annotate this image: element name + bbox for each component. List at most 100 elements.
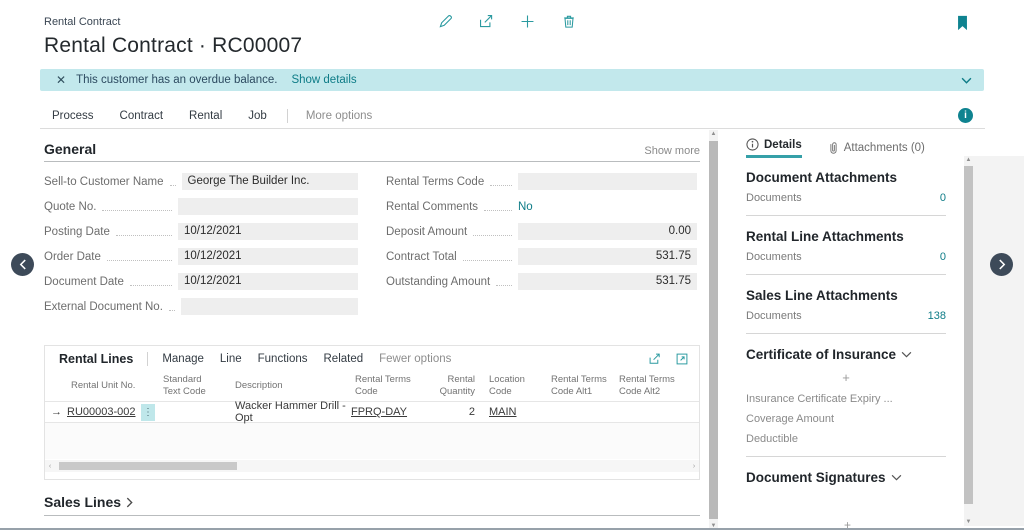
rental-lines-menu-related[interactable]: Related	[324, 353, 364, 365]
scroll-right-icon[interactable]: ›	[689, 463, 699, 470]
documents-label: Documents	[746, 251, 802, 263]
more-options[interactable]: More options	[306, 110, 372, 122]
documents-label: Documents	[746, 310, 802, 322]
add-certificate-button[interactable]: +	[746, 370, 946, 385]
cell-rental-quantity[interactable]: 2	[425, 406, 483, 418]
rental-unit-no-link[interactable]: RU00003-002	[67, 406, 136, 418]
col-rental-terms-code[interactable]: Rental Terms Code	[351, 372, 425, 400]
documents-label: Documents	[746, 192, 802, 204]
rental-lines-title: Rental Lines	[59, 352, 133, 366]
scroll-down-icon[interactable]: ▼	[964, 519, 973, 525]
ellipsis-vertical-icon[interactable]: ⋮	[141, 404, 155, 421]
outstanding-amount-input[interactable]: 531.75	[518, 273, 697, 290]
col-rental-unit-no[interactable]: Rental Unit No.	[67, 378, 159, 394]
quote-no-input[interactable]	[178, 198, 358, 215]
banner-message: This customer has an overdue balance.	[76, 74, 277, 86]
field-posting-date: Posting Date 10/12/2021	[44, 223, 358, 240]
document-date-input[interactable]: 10/12/2021	[178, 273, 358, 290]
tab-details[interactable]: Details	[746, 138, 802, 158]
edit-pencil-icon[interactable]	[436, 12, 455, 31]
chevron-left-icon	[19, 259, 27, 270]
field-document-date: Document Date 10/12/2021	[44, 273, 358, 290]
document-signatures-section: Document Signatures	[746, 470, 946, 485]
share-icon[interactable]	[477, 12, 496, 31]
panel-vertical-scrollbar[interactable]: ▲ ▼	[964, 156, 1024, 526]
general-section-header: General Show more	[44, 141, 700, 162]
add-new-icon[interactable]	[518, 12, 537, 31]
bookmark-icon[interactable]	[953, 13, 972, 32]
col-standard-text-code[interactable]: Standard Text Code	[159, 372, 221, 400]
rental-lines-menu-manage[interactable]: Manage	[162, 353, 204, 365]
external-document-no-input[interactable]	[181, 298, 358, 315]
col-rental-quantity[interactable]: Rental Quantity	[425, 372, 483, 400]
panel-add-button[interactable]: +	[844, 518, 851, 530]
paperclip-icon	[828, 141, 839, 155]
rental-lines-divider	[147, 352, 148, 366]
info-icon	[746, 138, 759, 151]
rental-lines-card: Rental Lines Manage Line Functions Relat…	[44, 345, 700, 480]
posting-date-input[interactable]: 10/12/2021	[178, 223, 358, 240]
show-details-link[interactable]: Show details	[291, 74, 356, 86]
scroll-up-icon[interactable]: ▲	[709, 131, 718, 137]
main-vertical-scrollbar[interactable]: ▲ ▼	[709, 130, 718, 530]
field-sell-to-customer-name: Sell-to Customer Name George The Builder…	[44, 173, 358, 190]
chevron-down-icon[interactable]	[961, 77, 972, 84]
deposit-amount-input[interactable]: 0.00	[518, 223, 697, 240]
scroll-down-icon[interactable]: ▼	[709, 523, 718, 529]
show-more-link[interactable]: Show more	[644, 145, 700, 157]
notification-banner: ✕ This customer has an overdue balance. …	[40, 69, 984, 91]
scroll-left-icon[interactable]: ‹	[45, 463, 55, 470]
horizontal-scrollbar[interactable]: ‹ ›	[45, 460, 699, 472]
field-contract-total: Contract Total 531.75	[386, 248, 697, 265]
open-in-new-icon[interactable]	[674, 351, 689, 366]
documents-count-link[interactable]: 0	[940, 251, 946, 263]
rental-line-attachments-title: Rental Line Attachments	[746, 229, 946, 244]
previous-record-button[interactable]	[11, 253, 34, 276]
vscroll-thumb[interactable]	[709, 141, 718, 519]
info-circle-icon[interactable]: i	[958, 108, 973, 123]
field-rental-comments: Rental Comments No	[386, 198, 697, 215]
table-row[interactable]: → RU00003-002 ⋮ Wacker Hammer Drill - Op…	[45, 402, 699, 423]
documents-count-link[interactable]: 138	[928, 310, 946, 322]
col-location-code[interactable]: Location Code	[483, 372, 547, 400]
menu-item-contract[interactable]: Contract	[120, 110, 163, 122]
menu-divider	[287, 109, 288, 123]
rental-terms-code-link[interactable]: FPRQ-DAY	[351, 406, 407, 418]
document-signatures-title[interactable]: Document Signatures	[746, 470, 946, 485]
menu-item-job[interactable]: Job	[248, 110, 267, 122]
rental-contract-page: Rental Contract Rental Contract · RC0000…	[0, 0, 1024, 530]
rental-lines-menu-line[interactable]: Line	[220, 353, 242, 365]
insurance-certificate-expiry-label: Insurance Certificate Expiry ...	[746, 393, 946, 405]
location-code-link[interactable]: MAIN	[489, 406, 517, 418]
col-rental-terms-code-alt2[interactable]: Rental Terms Code Alt2	[615, 372, 683, 400]
breadcrumb[interactable]: Rental Contract	[44, 16, 120, 28]
documents-count-link[interactable]: 0	[940, 192, 946, 204]
panel-vscroll-thumb[interactable]	[964, 166, 973, 504]
col-description[interactable]: Description	[221, 378, 351, 394]
tab-attachments[interactable]: Attachments (0)	[828, 141, 925, 155]
sales-line-attachments-title: Sales Line Attachments	[746, 288, 946, 303]
col-rental-terms-code-alt1[interactable]: Rental Terms Code Alt1	[547, 372, 615, 400]
cell-description[interactable]: Wacker Hammer Drill - Opt	[221, 400, 351, 424]
row-arrow-icon: →	[51, 406, 67, 418]
certificate-of-insurance-title[interactable]: Certificate of Insurance	[746, 347, 946, 362]
menu-item-rental[interactable]: Rental	[189, 110, 222, 122]
general-title: General	[44, 141, 96, 157]
sell-to-customer-name-input[interactable]: George The Builder Inc.	[182, 173, 358, 190]
hscroll-thumb[interactable]	[59, 462, 237, 470]
deductible-label: Deductible	[746, 433, 946, 445]
close-icon[interactable]: ✕	[56, 73, 66, 87]
next-record-button[interactable]	[990, 253, 1013, 276]
order-date-input[interactable]: 10/12/2021	[178, 248, 358, 265]
scroll-up-icon[interactable]: ▲	[964, 157, 973, 163]
fewer-options[interactable]: Fewer options	[379, 353, 451, 365]
details-panel: Details Attachments (0) Document Attachm…	[726, 129, 964, 530]
delete-trash-icon[interactable]	[559, 12, 578, 31]
rental-comments-link[interactable]: No	[518, 201, 533, 213]
share-small-icon[interactable]	[647, 351, 662, 366]
contract-total-input[interactable]: 531.75	[518, 248, 697, 265]
menu-item-process[interactable]: Process	[52, 110, 94, 122]
rental-terms-code-input[interactable]	[518, 173, 697, 190]
sales-lines-section[interactable]: Sales Lines	[44, 494, 700, 516]
rental-lines-menu-functions[interactable]: Functions	[258, 353, 308, 365]
